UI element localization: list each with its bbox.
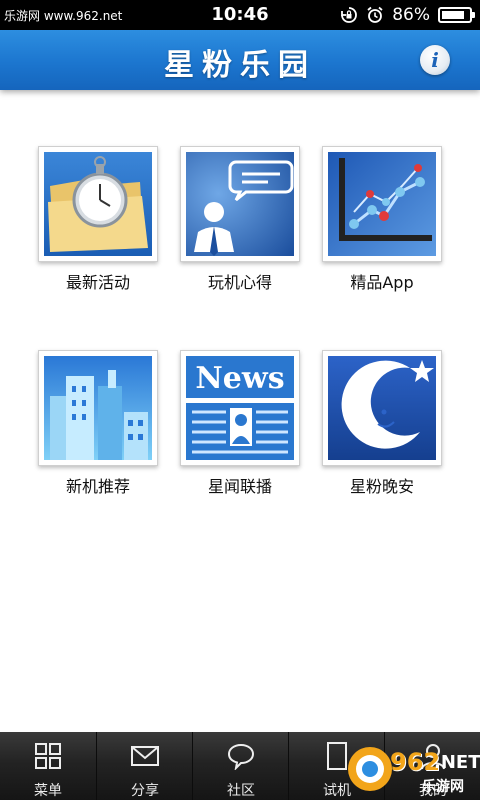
- line-chart-icon: [328, 152, 436, 256]
- battery-percent: 86%: [392, 5, 430, 25]
- tab-community[interactable]: 社区: [192, 732, 288, 800]
- tile-label: 最新活动: [65, 273, 130, 292]
- tile-tips[interactable]: 玩机心得: [180, 146, 300, 296]
- info-icon[interactable]: i: [420, 45, 450, 75]
- city-buildings-icon: [44, 356, 152, 460]
- news-icon: News: [186, 356, 294, 460]
- tile-frame: [38, 350, 158, 466]
- page-title: 星粉乐园: [164, 48, 316, 83]
- tile-label: 精品App: [350, 273, 414, 292]
- tile-apps[interactable]: 精品App: [322, 146, 442, 296]
- tile-frame: [38, 146, 158, 262]
- tile-frame: [322, 146, 442, 262]
- tile-latest-events[interactable]: 最新活动: [38, 146, 158, 296]
- watermark-suffix: .NET: [434, 752, 480, 773]
- watermark: 962 .NET 乐游网: [344, 742, 480, 796]
- tile-label: 星闻联播: [207, 477, 272, 496]
- battery-icon: [438, 7, 475, 23]
- alarm-icon: [367, 6, 383, 23]
- tile-frame: [180, 146, 300, 262]
- watermark-subtitle: 乐游网: [422, 779, 464, 795]
- app-header: 星粉乐园 i: [0, 30, 480, 90]
- app-screen: 乐游网 www.962.net 10:46 86% 星粉乐园 i 最新活动 玩机…: [0, 0, 480, 800]
- status-icons: 86%: [340, 4, 475, 26]
- tile-label: 新机推荐: [65, 477, 130, 496]
- grid-menu-icon: [35, 743, 61, 769]
- watermark-brand: 962: [390, 748, 441, 776]
- tab-label: 社区: [227, 783, 255, 799]
- speech-person-icon: [186, 152, 294, 256]
- chat-bubble-icon: [227, 743, 255, 770]
- rotation-lock-icon: [341, 7, 358, 23]
- tab-share[interactable]: 分享: [96, 732, 192, 800]
- tab-label: 分享: [131, 783, 159, 799]
- tile-news[interactable]: News 星闻联播: [180, 350, 300, 500]
- stopwatch-folder-icon: [44, 152, 152, 256]
- news-icon-text: News: [195, 361, 284, 396]
- tile-frame: News: [180, 350, 300, 466]
- tile-new-phones[interactable]: 新机推荐: [38, 350, 158, 500]
- status-bar: 乐游网 www.962.net 10:46 86%: [0, 0, 480, 30]
- tile-label: 星粉晚安: [349, 477, 414, 496]
- tile-good-night[interactable]: 星粉晚安: [322, 350, 442, 500]
- battery-fill: [442, 11, 464, 19]
- tab-label: 菜单: [34, 783, 62, 799]
- moon-star-icon: [328, 356, 436, 460]
- tab-menu[interactable]: 菜单: [0, 732, 96, 800]
- tile-label: 玩机心得: [207, 273, 272, 292]
- envelope-icon: [131, 746, 159, 766]
- tile-frame: [322, 350, 442, 466]
